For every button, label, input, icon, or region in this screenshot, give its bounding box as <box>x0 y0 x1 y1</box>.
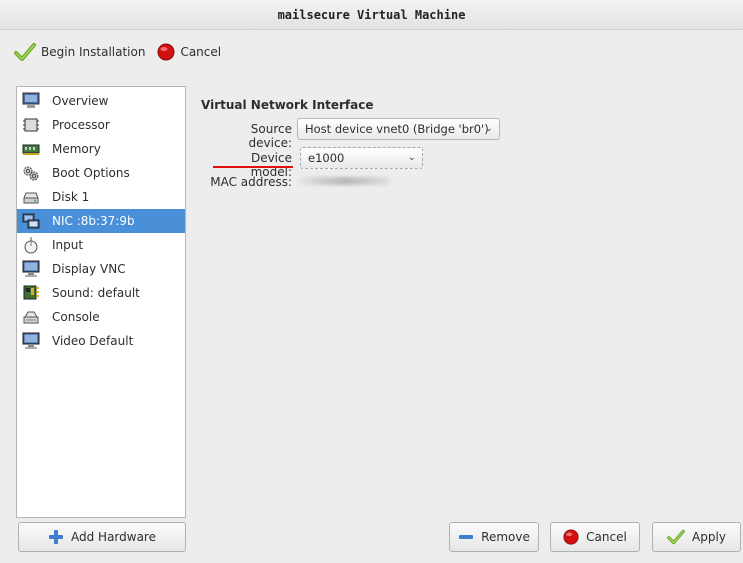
plus-icon <box>49 530 63 544</box>
memory-icon <box>22 140 40 158</box>
sidebar-item-label: Disk 1 <box>52 190 90 204</box>
add-hardware-button[interactable]: Add Hardware <box>18 522 186 552</box>
sound-card-icon <box>22 284 40 302</box>
gears-icon <box>22 164 40 182</box>
checkmark-icon <box>667 529 685 545</box>
sidebar-item-label: Overview <box>52 94 109 108</box>
device-model-combo[interactable]: e1000 ⌄ <box>300 147 423 169</box>
disk-icon <box>22 188 40 206</box>
remove-button[interactable]: Remove <box>449 522 539 552</box>
apply-button[interactable]: Apply <box>652 522 741 552</box>
sidebar-item-label: Processor <box>52 118 110 132</box>
sidebar-item-overview[interactable]: Overview <box>17 89 185 113</box>
chevron-down-icon: ⌄ <box>484 123 493 134</box>
sidebar-item-label: Display VNC <box>52 262 126 276</box>
sidebar-item-label: NIC :8b:37:9b <box>52 214 135 228</box>
mac-address-value-redacted <box>299 177 391 185</box>
video-icon <box>22 332 40 350</box>
red-underline-annotation <box>213 166 293 168</box>
sidebar-item-processor[interactable]: Processor <box>17 113 185 137</box>
display-icon <box>22 260 40 278</box>
minus-icon <box>459 535 474 539</box>
begin-installation-label: Begin Installation <box>41 45 146 59</box>
mouse-icon <box>22 236 40 254</box>
sidebar-item-label: Boot Options <box>52 166 130 180</box>
window-title: mailsecure Virtual Machine <box>0 0 743 30</box>
checkmark-icon <box>14 43 36 61</box>
sidebar-item-boot-options[interactable]: Boot Options <box>17 161 185 185</box>
chip-icon <box>22 116 40 134</box>
sidebar-item-input[interactable]: Input <box>17 233 185 257</box>
sidebar-item-video[interactable]: Video Default <box>17 329 185 353</box>
add-hardware-label: Add Hardware <box>71 530 156 544</box>
stop-icon <box>157 43 175 61</box>
stop-icon <box>563 529 579 545</box>
network-icon <box>22 212 40 230</box>
hardware-list: Overview Processor Memory Boot Options D… <box>16 86 186 518</box>
sidebar-item-label: Video Default <box>52 334 134 348</box>
monitor-icon <box>22 92 40 110</box>
sidebar-item-label: Memory <box>52 142 101 156</box>
source-device-value: Host device vnet0 (Bridge 'br0') <box>305 122 489 136</box>
apply-label: Apply <box>692 530 726 544</box>
sidebar-item-label: Sound: default <box>52 286 140 300</box>
section-title: Virtual Network Interface <box>201 98 374 112</box>
toolbar: Begin Installation Cancel <box>0 31 743 73</box>
toolbar-cancel-button[interactable]: Cancel <box>157 43 221 61</box>
sidebar-item-console[interactable]: Console <box>17 305 185 329</box>
cancel-label: Cancel <box>586 530 627 544</box>
sidebar-item-nic[interactable]: NIC :8b:37:9b <box>17 209 185 233</box>
device-model-value: e1000 <box>308 151 345 165</box>
cancel-button[interactable]: Cancel <box>550 522 640 552</box>
sidebar-item-label: Input <box>52 238 84 252</box>
sidebar-item-sound[interactable]: Sound: default <box>17 281 185 305</box>
toolbar-cancel-label: Cancel <box>180 45 222 59</box>
source-device-label: Source device: <box>248 122 292 150</box>
sidebar-item-label: Console <box>52 310 100 324</box>
sidebar-item-display-vnc[interactable]: Display VNC <box>17 257 185 281</box>
chevron-down-icon: ⌄ <box>407 152 416 163</box>
source-device-combo[interactable]: Host device vnet0 (Bridge 'br0') ⌄ <box>297 118 500 140</box>
console-icon <box>22 308 40 326</box>
sidebar-item-memory[interactable]: Memory <box>17 137 185 161</box>
begin-installation-button[interactable]: Begin Installation <box>14 42 145 62</box>
mac-address-label: MAC address: <box>210 175 292 189</box>
sidebar-item-disk-1[interactable]: Disk 1 <box>17 185 185 209</box>
remove-label: Remove <box>481 530 530 544</box>
